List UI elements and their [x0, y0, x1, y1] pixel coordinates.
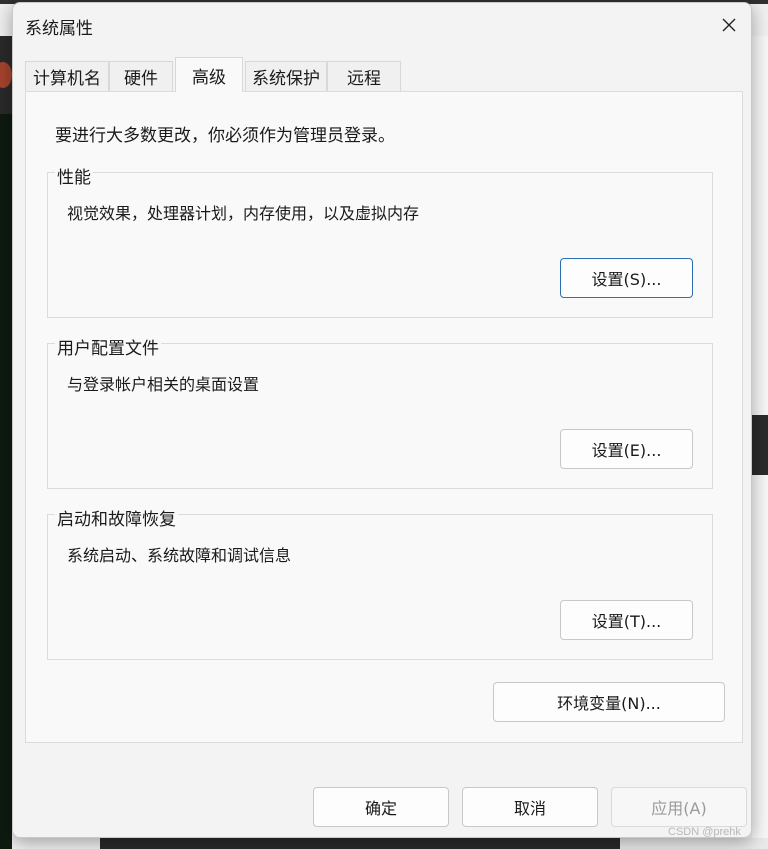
- admin-notice: 要进行大多数更改，你必须作为管理员登录。: [55, 126, 395, 146]
- background-bottom-right-strip: [620, 838, 768, 849]
- tab-remote[interactable]: 远程: [327, 61, 401, 91]
- background-bottom-strip: [100, 838, 620, 849]
- apply-button[interactable]: 应用(A): [611, 787, 747, 827]
- startup-recovery-title: 启动和故障恢复: [55, 505, 178, 530]
- tab-system-protection[interactable]: 系统保护: [245, 61, 327, 91]
- user-profiles-settings-button[interactable]: 设置(E)...: [560, 429, 693, 469]
- performance-description: 视觉效果，处理器计划，内存使用，以及虚拟内存: [67, 204, 420, 223]
- startup-recovery-group: 启动和故障恢复 系统启动、系统故障和调试信息 设置(T)...: [47, 505, 713, 660]
- close-icon: [722, 18, 736, 32]
- background-right-dark-block: [752, 415, 768, 475]
- user-profiles-group: 用户配置文件 与登录帐户相关的桌面设置 设置(E)...: [47, 334, 713, 489]
- performance-settings-button[interactable]: 设置(S)...: [560, 258, 693, 298]
- background-left-strip: [0, 36, 12, 849]
- watermark: CSDN @prehk: [668, 826, 741, 838]
- tab-advanced[interactable]: 高级: [175, 57, 243, 92]
- performance-group: 性能 视觉效果，处理器计划，内存使用，以及虚拟内存 设置(S)...: [47, 163, 713, 318]
- tab-computer-name[interactable]: 计算机名: [25, 61, 109, 91]
- startup-recovery-settings-button[interactable]: 设置(T)...: [560, 600, 693, 640]
- cancel-button[interactable]: 取消: [462, 787, 598, 827]
- ok-button[interactable]: 确定: [313, 787, 449, 827]
- user-profiles-title: 用户配置文件: [55, 334, 161, 359]
- window-title: 系统属性: [25, 19, 93, 39]
- user-profiles-description: 与登录帐户相关的桌面设置: [67, 375, 260, 394]
- startup-recovery-description: 系统启动、系统故障和调试信息: [67, 546, 292, 565]
- environment-variables-button[interactable]: 环境变量(N)...: [493, 682, 725, 722]
- close-button[interactable]: [709, 7, 749, 43]
- title-bar[interactable]: 系统属性: [13, 3, 751, 43]
- advanced-tab-panel: 要进行大多数更改，你必须作为管理员登录。 性能 视觉效果，处理器计划，内存使用，…: [25, 91, 743, 743]
- performance-title: 性能: [55, 163, 93, 188]
- system-properties-dialog: 系统属性 计算机名 硬件 高级 系统保护 远程 要进行大多数更改，你必须作为管理…: [12, 2, 752, 838]
- tab-hardware[interactable]: 硬件: [109, 61, 173, 91]
